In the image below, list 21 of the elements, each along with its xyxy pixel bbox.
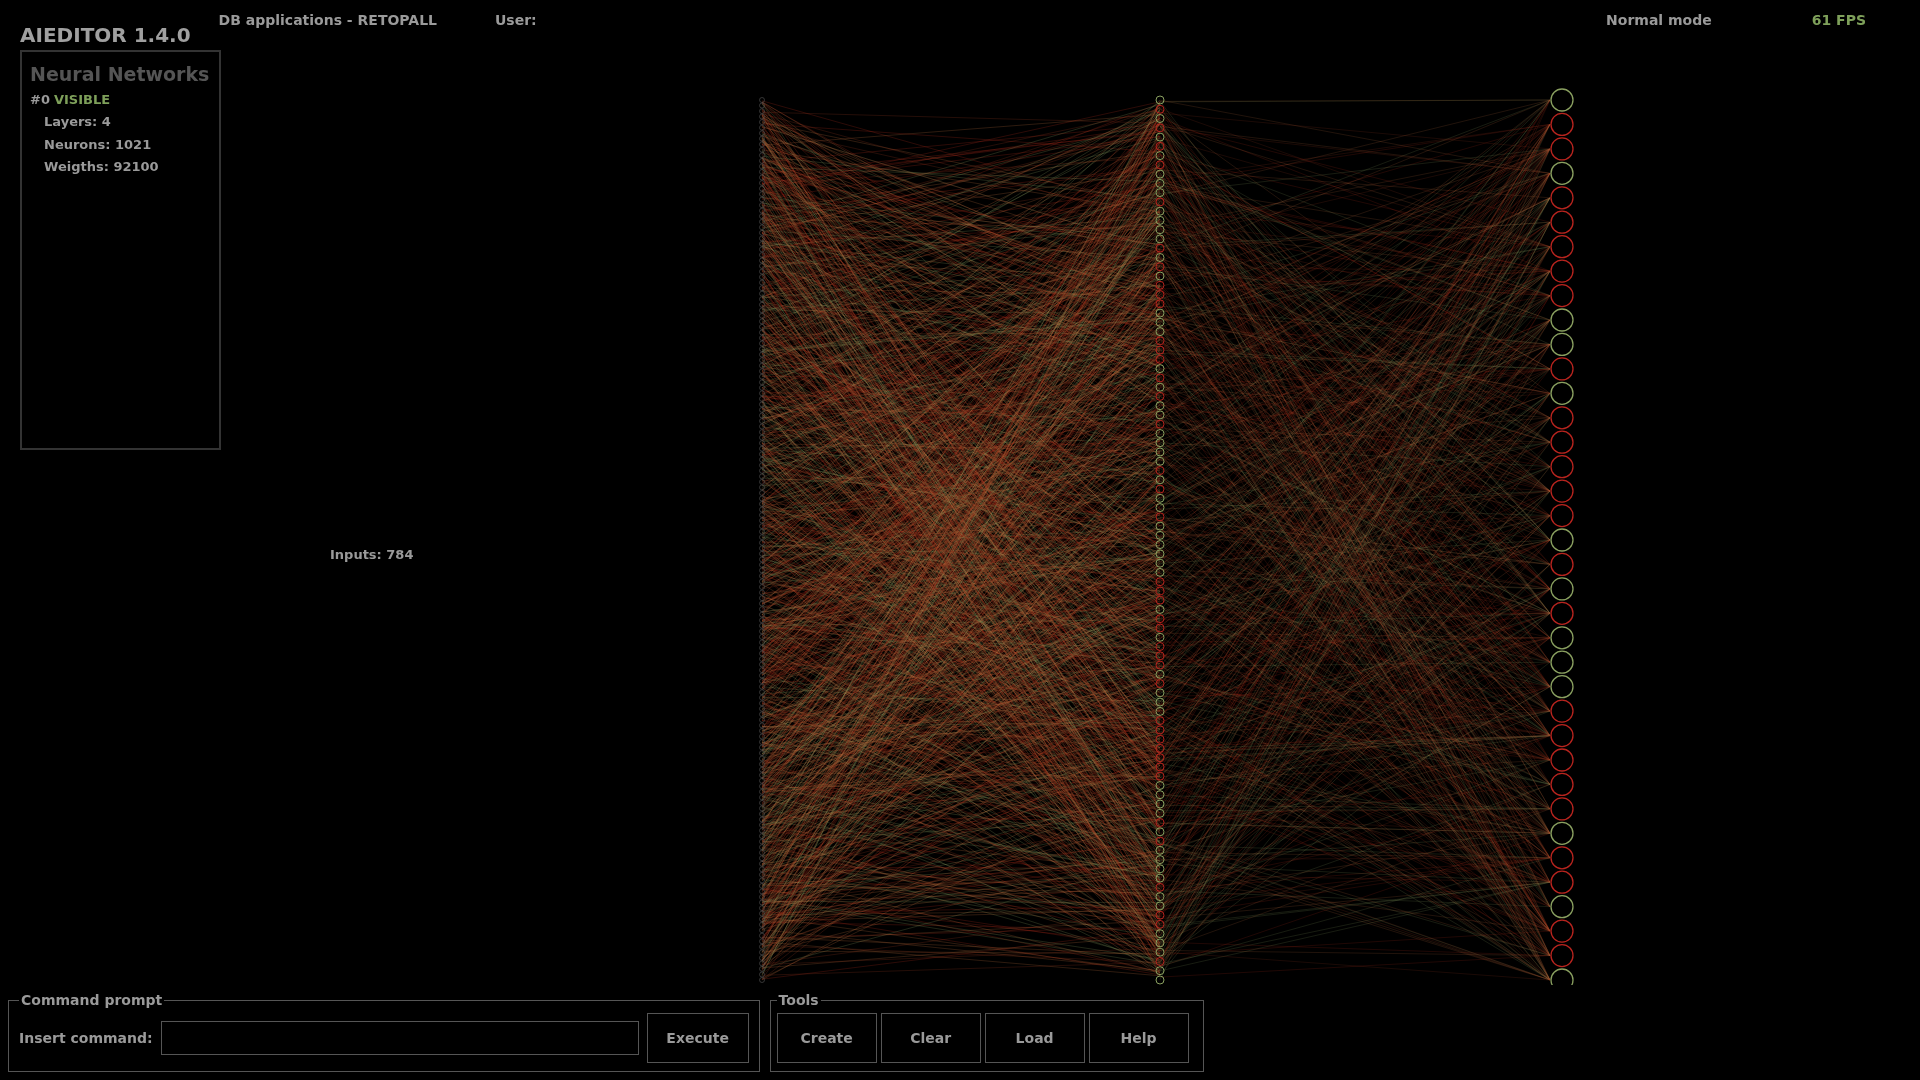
network-neurons: Neurons: 1021 <box>44 135 153 154</box>
panel-title: Neural Networks <box>30 62 211 87</box>
fps-counter: 61 FPS <box>1811 11 1866 30</box>
tool-button[interactable]: Load <box>984 1013 1085 1063</box>
tool-button[interactable]: Create <box>776 1013 877 1063</box>
mode-label: Normal mode <box>1606 11 1712 30</box>
user-label: User: <box>495 11 537 30</box>
app-title: AIEDITOR 1.4.0 <box>20 22 191 49</box>
network-weights: Weigths: 92100 <box>44 158 160 176</box>
command-label: Insert command: <box>19 1028 153 1048</box>
tools-legend: Tools <box>776 990 821 1011</box>
database-label: DB applications - RETOPALL <box>218 11 437 30</box>
tool-button[interactable]: Clear <box>880 1013 981 1063</box>
network-index: #0 <box>30 90 50 109</box>
tool-button[interactable]: Help <box>1088 1013 1189 1063</box>
inputs-label: Inputs: 784 <box>330 546 414 564</box>
network-status: VISIBLE <box>53 90 111 109</box>
execute-button[interactable]: Execute <box>646 1013 749 1063</box>
command-input-field[interactable] <box>160 1021 639 1055</box>
command-prompt-legend: Command prompt <box>19 990 165 1011</box>
network-layers: Layers: 4 <box>44 113 112 131</box>
